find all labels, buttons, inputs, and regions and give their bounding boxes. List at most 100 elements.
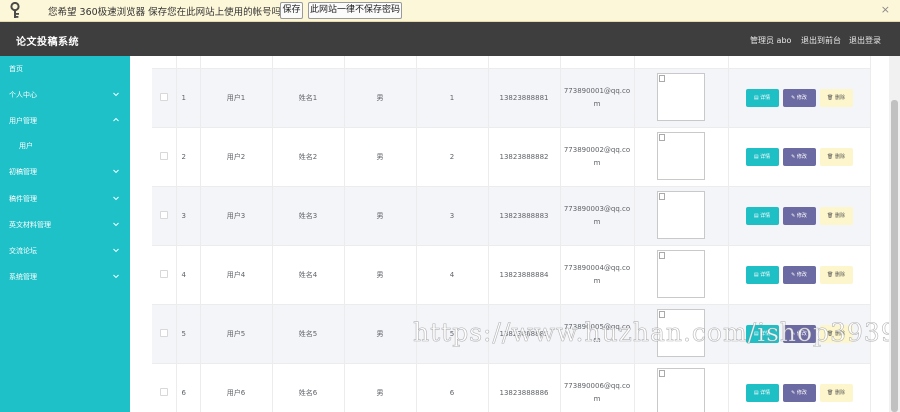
detail-button[interactable]: ▤ 详情 [745,147,779,166]
edit-button[interactable]: ✎ 修改 [782,265,816,284]
email-text: 773890005@qq.com [563,322,631,344]
sidebar-item-english-material-management[interactable]: 英文材料管理 [0,212,130,238]
edit-button[interactable]: ✎ 修改 [782,324,816,343]
email-cell: 773890006@qq.com [560,363,635,412]
column-header[interactable]: 性别 ◆ [344,56,417,69]
delete-button[interactable]: 🗑 删除 [819,265,853,284]
sidebar-item-manuscript-management[interactable]: 稿件管理 [0,186,130,212]
row-select-cell[interactable] [152,245,177,305]
table-row: 6 用户6 姓名6 男 6 13823888886 773890006@qq.com ▤ 详情… [152,363,871,412]
back-to-frontend-link[interactable]: 退出到前台 [801,35,841,46]
chevron-up-icon [113,117,119,122]
age-cell: 1 [416,68,489,128]
column-header[interactable]: 用户名 ◆ [200,56,273,69]
sidebar-item-forum[interactable]: 交流论坛 [0,238,130,264]
detail-label: 详情 [760,330,771,337]
password-save-message: 您希望 360极速浏览器 保存您在此网站上使用的帐号吗? [48,7,287,18]
name-cell: 姓名1 [272,68,345,128]
column-header[interactable]: 邮箱 ◆ [560,56,635,69]
chevron-down-icon [113,196,119,201]
delete-button[interactable]: 🗑 删除 [819,383,853,402]
gender-cell: 男 [344,186,417,246]
edit-label: 修改 [796,330,807,337]
avatar-cell [634,186,729,246]
detail-button[interactable]: ▤ 详情 [745,206,779,225]
broken-image-icon [659,74,665,82]
avatar-cell [634,304,729,364]
row-select-cell[interactable] [152,127,177,187]
row-select-cell[interactable] [152,186,177,246]
table-row: 5 用户5 姓名5 男 5 13823888885 773890005@qq.com ▤ 详情… [152,304,871,364]
index-cell: 5 [176,304,201,364]
table-row: 2 用户2 姓名2 男 2 13823888882 773890002@qq.com ▤ 详情… [152,127,871,187]
checkbox[interactable] [159,92,168,101]
edit-button[interactable]: ✎ 修改 [782,383,816,402]
table-row: 3 用户3 姓名3 男 3 13823888883 773890003@qq.com ▤ 详情… [152,186,871,246]
save-password-button[interactable]: 保存 [280,2,303,19]
age-cell: 5 [416,304,489,364]
name-cell: 姓名5 [272,304,345,364]
avatar [657,72,705,121]
email-cell: 773890003@qq.com [560,186,635,246]
actions-cell: ▤ 详情 ✎ 修改 🗑 删除 [728,186,871,246]
sidebar-item-profile[interactable]: 个人中心 [0,82,130,108]
gender-cell: 男 [344,127,417,187]
close-icon[interactable]: × [881,3,890,16]
sidebar-item-label: 个人中心 [9,91,37,99]
row-select-cell[interactable] [152,68,177,128]
phone-cell: 13823888886 [488,363,561,412]
scrollbar-thumb[interactable] [891,100,898,412]
sidebar-item-system-management[interactable]: 系统管理 [0,264,130,290]
column-header[interactable]: 年龄 ◆ [416,56,489,69]
username-cell: 用户6 [200,363,273,412]
edit-button[interactable]: ✎ 修改 [782,147,816,166]
edit-button[interactable]: ✎ 修改 [782,206,816,225]
select-all-header[interactable] [152,56,177,69]
name-cell: 姓名3 [272,186,345,246]
sidebar-item-users[interactable]: 用户 [0,133,130,159]
column-header[interactable]: 姓名 ◆ [272,56,345,69]
checkbox[interactable] [159,269,168,278]
vertical-scrollbar[interactable] [889,56,900,412]
email-text: 773890002@qq.com [563,145,631,167]
detail-label: 详情 [760,153,771,160]
never-save-button[interactable]: 此网站一律不保存密码 [308,2,402,19]
delete-button[interactable]: 🗑 删除 [819,206,853,225]
actions-cell: ▤ 详情 ✎ 修改 🗑 删除 [728,127,871,187]
checkbox[interactable] [159,151,168,160]
gender-cell: 男 [344,68,417,128]
delete-label: 删除 [834,153,845,160]
broken-image-icon [659,310,665,318]
sidebar-item-home[interactable]: 首页 [0,56,130,82]
logout-link[interactable]: 退出登录 [849,35,881,46]
column-header[interactable]: 头像 ◆ [634,56,729,69]
sidebar-item-label: 稿件管理 [9,195,37,203]
row-select-cell[interactable] [152,363,177,412]
username-cell: 用户3 [200,186,273,246]
checkbox[interactable] [159,210,168,219]
avatar [657,131,705,180]
row-select-cell[interactable] [152,304,177,364]
phone-cell: 13823888884 [488,245,561,305]
checkbox[interactable] [159,328,168,337]
index-cell: 3 [176,186,201,246]
actions-cell: ▤ 详情 ✎ 修改 🗑 删除 [728,363,871,412]
delete-button[interactable]: 🗑 删除 [819,147,853,166]
avatar [657,308,705,357]
sidebar-item-draft-management[interactable]: 初稿管理 [0,159,130,185]
delete-button[interactable]: 🗑 删除 [819,88,853,107]
detail-button[interactable]: ▤ 详情 [745,383,779,402]
sidebar-item-label: 交流论坛 [9,247,37,255]
checkbox[interactable] [159,387,168,396]
username-cell: 用户2 [200,127,273,187]
detail-button[interactable]: ▤ 详情 [745,88,779,107]
column-header[interactable]: 手机 ◆ [488,56,561,69]
gender-cell: 男 [344,304,417,364]
delete-button[interactable]: 🗑 删除 [819,324,853,343]
edit-label: 修改 [796,212,807,219]
detail-button[interactable]: ▤ 详情 [745,265,779,284]
detail-button[interactable]: ▤ 详情 [745,324,779,343]
sidebar-item-user-management[interactable]: 用户管理 [0,108,130,134]
top-navigation: 论文投稿系统 管理员 abo 退出到前台 退出登录 [0,22,900,56]
edit-button[interactable]: ✎ 修改 [782,88,816,107]
